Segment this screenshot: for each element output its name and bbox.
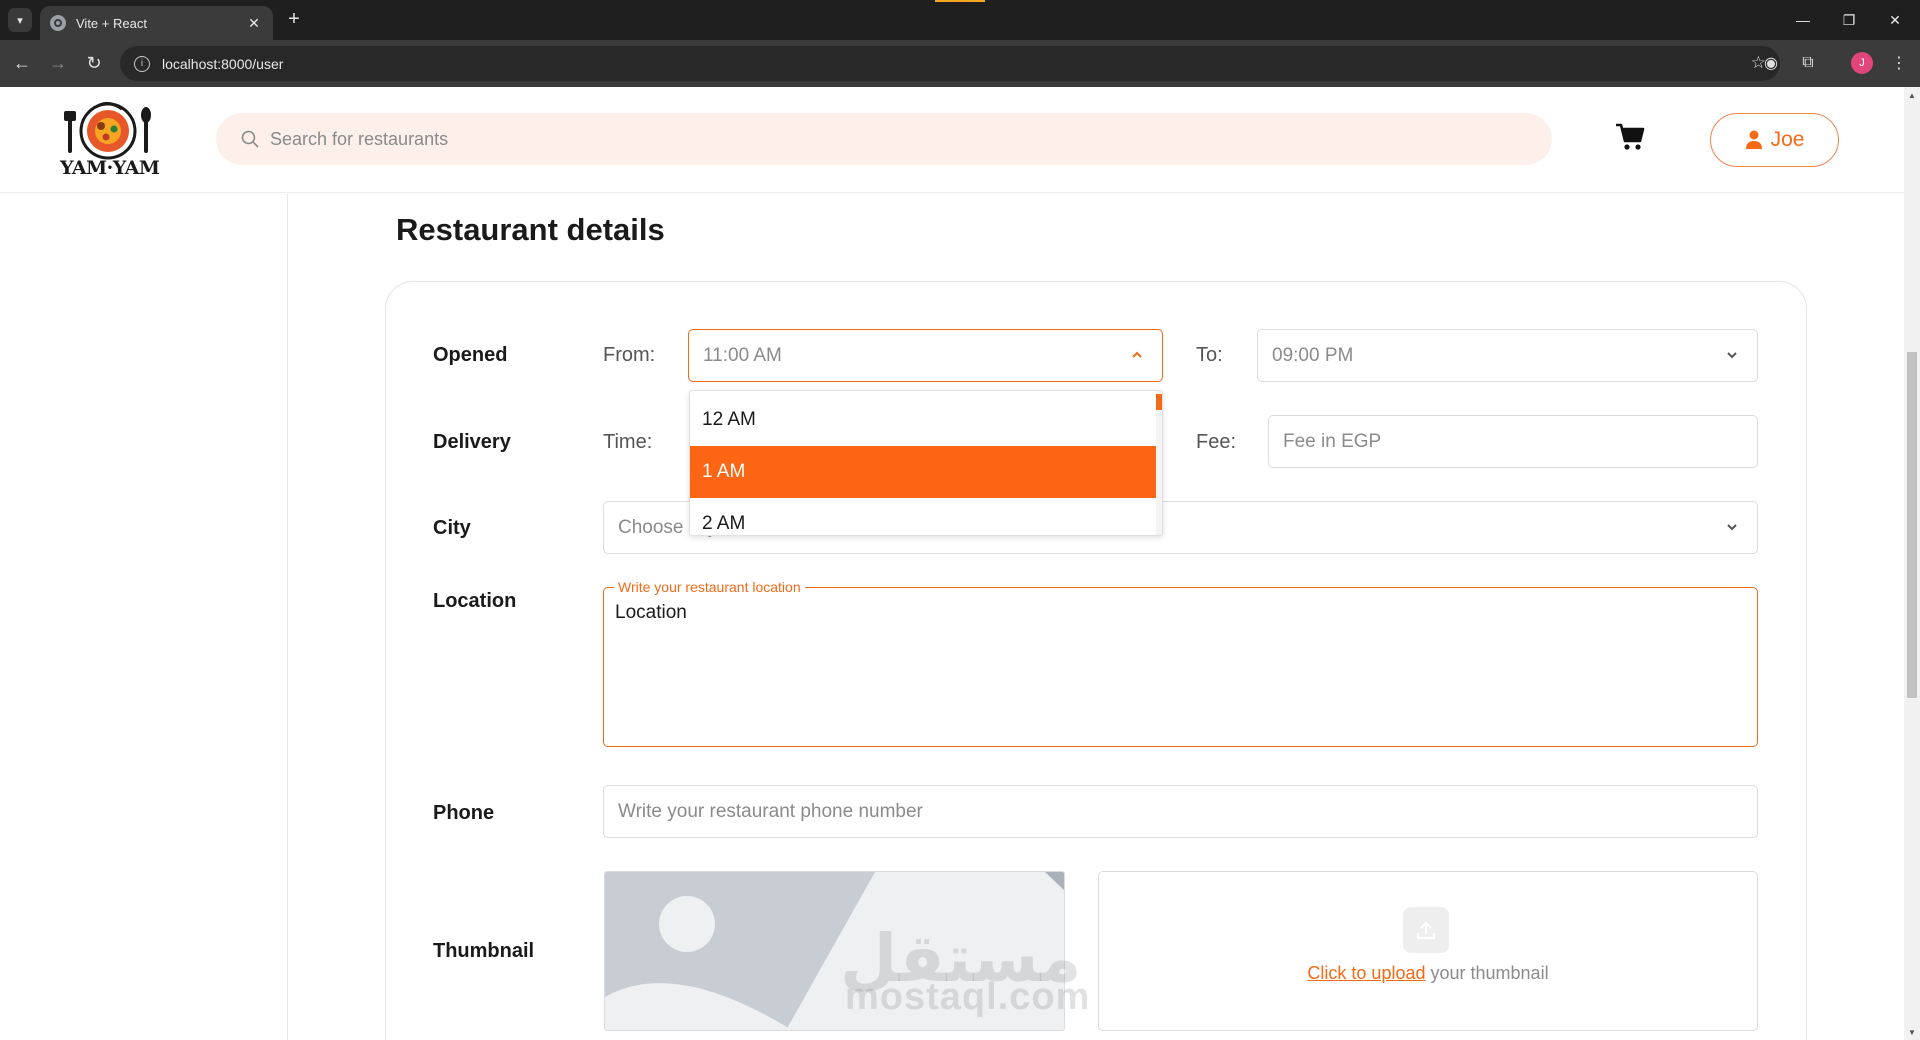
site-info-icon[interactable]: i (134, 55, 150, 72)
app-header: YAM·YAM Joe (0, 87, 1904, 193)
globe-icon (50, 15, 66, 31)
browser-tabbar: ▾ Vite + React ✕ + — ❐ ✕ (0, 0, 1920, 40)
open-from-select[interactable]: 11:00 AM (688, 329, 1163, 382)
location-textarea[interactable]: Location (615, 602, 1745, 737)
chevron-down-icon: ▾ (17, 14, 23, 27)
restore-button[interactable]: ❐ (1826, 0, 1872, 40)
location-legend: Write your restaurant location (614, 579, 805, 595)
browser-tab[interactable]: Vite + React ✕ (40, 6, 273, 40)
user-name: Joe (1770, 128, 1805, 151)
scroll-down-arrow[interactable]: ▼ (1904, 1024, 1920, 1040)
fee-input[interactable] (1283, 430, 1757, 453)
opened-label: Opened (433, 344, 508, 366)
arrow-right-icon: → (49, 52, 67, 73)
open-to-value: 09:00 PM (1272, 344, 1354, 366)
open-from-value: 11:00 AM (703, 344, 782, 366)
upload-arrow-icon (1417, 921, 1435, 939)
lens-icon[interactable]: ◉ (1759, 51, 1783, 75)
close-tab-icon[interactable]: ✕ (245, 15, 263, 32)
chevron-down-icon (1727, 524, 1737, 531)
phone-field[interactable] (603, 785, 1758, 838)
reload-icon: ↻ (86, 52, 102, 73)
scroll-up-arrow[interactable]: ▲ (1904, 87, 1920, 103)
delivery-time-label: Time: (603, 431, 653, 453)
city-label: City (433, 517, 471, 539)
click-to-upload-link[interactable]: Click to upload (1307, 963, 1425, 983)
search-input[interactable] (270, 128, 1470, 150)
watermark-latin: mostaql.com (845, 976, 1091, 1018)
url-text: localhost:8000/user (162, 55, 284, 72)
scrollbar-thumb[interactable] (1907, 352, 1917, 698)
upload-suffix: your thumbnail (1425, 963, 1549, 983)
dropdown-option-selected[interactable]: 1 AM (690, 446, 1158, 498)
time-dropdown-menu: 12 AM 1 AM 2 AM (689, 390, 1163, 536)
new-tab-button[interactable]: + (282, 8, 306, 32)
page-scrollbar[interactable]: ▲ ▼ (1904, 87, 1920, 1040)
user-menu-button[interactable]: Joe (1710, 113, 1839, 167)
upload-instructions: Click to upload your thumbnail (1098, 963, 1758, 984)
cart-icon[interactable] (1615, 123, 1645, 151)
search-icon (241, 130, 259, 148)
tab-list-button[interactable]: ▾ (8, 8, 32, 32)
open-to-select[interactable]: 09:00 PM (1257, 329, 1758, 382)
location-label: Location (433, 590, 517, 612)
page-title: Restaurant details (396, 212, 665, 247)
phone-input[interactable] (618, 800, 1757, 823)
upload-icon[interactable] (1403, 907, 1449, 953)
dropdown-option[interactable]: 12 AM (690, 394, 1158, 446)
chevron-up-icon (1132, 351, 1142, 358)
delivery-label: Delivery (433, 431, 511, 453)
tab-title: Vite + React (76, 15, 147, 31)
arrow-left-icon: ← (13, 52, 31, 73)
back-button[interactable]: ← (9, 50, 35, 76)
minimize-button[interactable]: — (1780, 0, 1826, 40)
user-icon (1745, 130, 1762, 149)
search-bar[interactable] (216, 113, 1552, 165)
profile-avatar[interactable]: J (1851, 52, 1873, 74)
close-window-button[interactable]: ✕ (1872, 0, 1918, 40)
chevron-down-icon (1727, 352, 1737, 359)
extensions-icon[interactable]: ⧉ (1796, 51, 1820, 75)
thumbnail-label: Thumbnail (433, 940, 535, 962)
sidebar-divider (287, 194, 288, 1040)
to-label: To: (1196, 344, 1223, 366)
browser-toolbar: ← → ↻ i localhost:8000/user ☆ ◉ ⧉ J ⋮ (0, 40, 1920, 87)
logo-text: YAM·YAM (60, 157, 160, 179)
window-accent (935, 0, 985, 2)
address-bar[interactable]: i localhost:8000/user ☆ (120, 46, 1780, 81)
fee-field[interactable] (1268, 415, 1758, 468)
from-label: From: (603, 344, 656, 366)
phone-label: Phone (433, 802, 495, 824)
menu-dots-icon[interactable]: ⋮ (1887, 51, 1911, 75)
reload-button[interactable]: ↻ (81, 50, 107, 76)
dropdown-option[interactable]: 2 AM (690, 498, 1158, 535)
dropdown-scrollbar[interactable] (1156, 391, 1162, 535)
forward-button[interactable]: → (45, 50, 71, 76)
delivery-fee-label: Fee: (1196, 431, 1237, 453)
